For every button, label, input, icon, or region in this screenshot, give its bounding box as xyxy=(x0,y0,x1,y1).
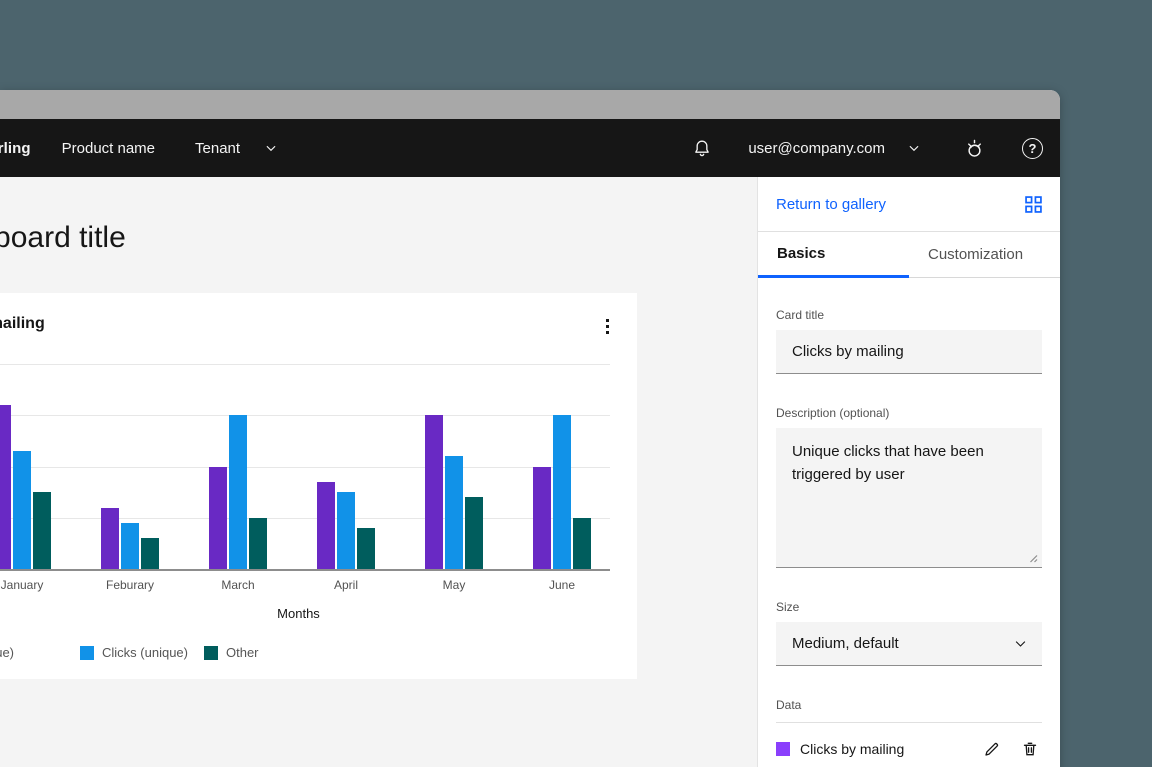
description-label: Description (optional) xyxy=(776,406,1042,420)
x-axis-label: Feburary xyxy=(101,578,159,592)
bar xyxy=(465,497,483,569)
bar-group xyxy=(533,364,591,569)
bell-icon xyxy=(692,138,712,159)
data-row-actions xyxy=(984,741,1042,757)
bar-group xyxy=(101,364,159,569)
settings-panel: Return to gallery Basics Customization xyxy=(757,177,1060,767)
bar xyxy=(229,415,247,569)
bar xyxy=(209,467,227,570)
legend-label: Clicks (unique) xyxy=(102,645,188,660)
x-axis-label: May xyxy=(425,578,483,592)
return-to-gallery-link[interactable]: Return to gallery xyxy=(776,196,886,213)
data-row[interactable]: Clicks by mailing xyxy=(776,739,1042,759)
legend-item[interactable]: Clicks (unique) xyxy=(80,645,188,660)
notifications-button[interactable] xyxy=(692,138,712,159)
panel-header-row: Return to gallery xyxy=(758,177,1060,232)
page-title: Dashboard title xyxy=(0,221,126,255)
trash-icon[interactable] xyxy=(1022,741,1038,757)
help-button[interactable]: ? xyxy=(1022,138,1043,159)
divider xyxy=(776,722,1042,723)
tab-customization[interactable]: Customization xyxy=(909,232,1060,278)
chevron-down-icon xyxy=(907,141,921,155)
card-title-input[interactable] xyxy=(776,330,1042,374)
bar xyxy=(317,482,335,569)
card-header: Clicks by mailing xyxy=(0,293,637,338)
bar-group xyxy=(425,364,483,569)
bar-group xyxy=(317,364,375,569)
bar xyxy=(337,492,355,569)
bar xyxy=(33,492,51,569)
bar-group xyxy=(0,364,51,569)
chevron-down-icon xyxy=(264,141,278,155)
bar xyxy=(445,456,463,569)
chart-legend: Clicks (value) Clicks (unique) Other xyxy=(0,645,637,660)
gallery-button[interactable] xyxy=(1025,196,1042,213)
legend-label: Other xyxy=(226,645,259,660)
panel-tabs: Basics Customization xyxy=(758,232,1060,278)
data-row-swatch xyxy=(776,742,790,756)
tab-basics[interactable]: Basics xyxy=(758,232,909,278)
bar xyxy=(357,528,375,569)
bar xyxy=(533,467,551,570)
x-axis-label: June xyxy=(533,578,591,592)
chart-card: Clicks by mailing January Feburary March Ap… xyxy=(0,293,637,679)
data-section: Data Clicks by mailing xyxy=(776,698,1042,759)
description-field: Description (optional) Unique clicks tha… xyxy=(776,406,1042,568)
legend-item[interactable]: Other xyxy=(204,645,259,660)
bar xyxy=(0,405,11,569)
app-window: Sterling Product name Tenant user@comp xyxy=(0,90,1060,767)
size-label: Size xyxy=(776,600,1042,614)
nav-item-product-name[interactable]: Product name xyxy=(62,140,155,157)
top-navbar: Sterling Product name Tenant user@comp xyxy=(0,119,1060,177)
idea-icon xyxy=(963,137,986,160)
x-axis-labels: January Feburary March April May June xyxy=(0,578,610,592)
bar xyxy=(573,518,591,569)
help-icon: ? xyxy=(1029,141,1037,156)
nav-item-tenant-menu[interactable]: Tenant xyxy=(195,140,278,157)
data-row-label: Clicks by mailing xyxy=(800,741,904,757)
size-field: Size Medium, default xyxy=(776,600,1042,666)
edit-icon[interactable] xyxy=(984,741,1000,757)
x-axis-title: Months xyxy=(0,606,667,621)
size-select-value: Medium, default xyxy=(792,635,899,652)
description-textarea[interactable]: Unique clicks that have been triggered b… xyxy=(776,428,1042,568)
data-label: Data xyxy=(776,698,1042,712)
user-email: user@company.com xyxy=(748,140,885,157)
bar-group xyxy=(209,364,267,569)
bar xyxy=(13,451,31,569)
x-axis-label: April xyxy=(317,578,375,592)
bar-chart-plot xyxy=(0,364,610,571)
window-titlebar[interactable] xyxy=(0,90,1060,119)
panel-body: Card title Description (optional) Unique… xyxy=(758,278,1060,759)
grid-icon xyxy=(1025,196,1042,213)
user-account-menu[interactable]: user@company.com xyxy=(748,140,921,157)
idea-button[interactable] xyxy=(963,137,986,160)
legend-swatch xyxy=(80,646,94,660)
x-axis-label: March xyxy=(209,578,267,592)
legend-label: Clicks (value) xyxy=(0,645,14,660)
card-title-field: Card title xyxy=(776,308,1042,374)
bars-row xyxy=(0,364,610,569)
chevron-down-icon xyxy=(1013,636,1028,651)
legend-swatch xyxy=(204,646,218,660)
card-title: Clicks by mailing xyxy=(0,315,45,333)
bar xyxy=(425,415,443,569)
bar xyxy=(553,415,571,569)
overflow-menu-vertical-icon[interactable] xyxy=(602,315,613,338)
main-content: Dashboard title Clicks by mailing Januar… xyxy=(0,177,1060,767)
card-title-label: Card title xyxy=(776,308,1042,322)
bar xyxy=(121,523,139,569)
navbar-right: user@company.com ? xyxy=(692,137,1060,160)
navbar-left: Sterling Product name Tenant xyxy=(0,140,278,157)
legend-item[interactable]: Clicks (value) xyxy=(0,645,14,660)
brand-name[interactable]: Sterling xyxy=(0,140,31,157)
bar xyxy=(249,518,267,569)
size-select[interactable]: Medium, default xyxy=(776,622,1042,666)
tenant-label: Tenant xyxy=(195,140,240,157)
bar xyxy=(141,538,159,569)
x-axis-label: January xyxy=(0,578,51,592)
bar xyxy=(101,508,119,570)
